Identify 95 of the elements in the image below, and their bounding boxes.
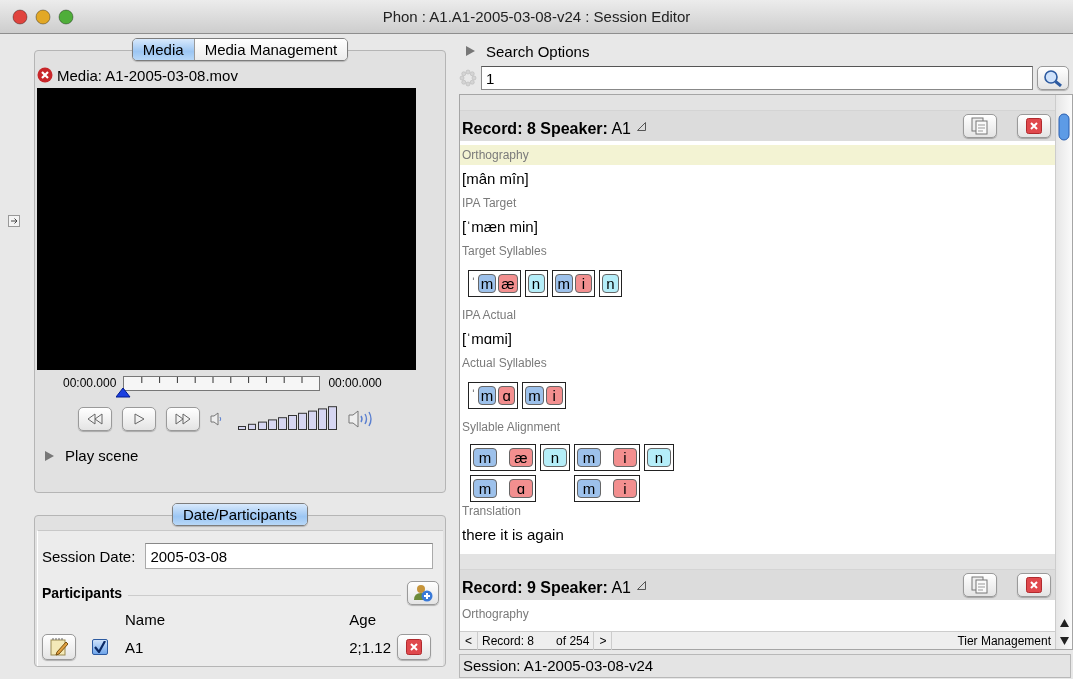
timeline-thumb[interactable] (116, 387, 131, 397)
corner-triangle-icon[interactable] (637, 580, 646, 590)
search-button[interactable] (1037, 66, 1069, 90)
fast-forward-icon (174, 412, 192, 425)
search-field[interactable]: 1 (481, 66, 1033, 90)
delete-record-button[interactable] (1017, 114, 1051, 138)
phone-tag: i (575, 273, 592, 293)
tier-label: Orthography (461, 606, 530, 623)
volume-control[interactable] (238, 406, 338, 431)
time-label: 00:00.000 (328, 376, 382, 390)
phone-tag: m (473, 448, 497, 467)
stress-mark: ˈ (471, 387, 476, 403)
next-record-button[interactable]: > (594, 631, 613, 650)
phone-tag: m (577, 479, 601, 498)
delete-icon (406, 639, 422, 655)
tier-value[interactable]: [mân mîn] (460, 165, 1055, 193)
search-icon (1043, 69, 1063, 87)
delete-record-button[interactable] (1017, 573, 1051, 597)
record-count: of 254 (556, 633, 590, 648)
phone-tag: m (577, 448, 601, 467)
phone-tag: æ (509, 448, 533, 467)
field-label: Session Date: (42, 547, 136, 565)
time-label: 00:00.000 (63, 376, 117, 390)
tier-label: Actual Syllables (461, 355, 548, 372)
add-person-icon (413, 584, 433, 602)
checkbox[interactable] (92, 639, 108, 655)
delete-icon (1026, 118, 1042, 134)
edit-participant-button[interactable] (42, 634, 76, 660)
copy-icon (971, 117, 989, 135)
delete-icon (1026, 577, 1042, 593)
copy-record-button[interactable] (963, 114, 997, 138)
phone-tag: ɑ (498, 385, 516, 405)
tier-label: Orthography (460, 145, 1055, 165)
volume-high-icon[interactable] (348, 408, 374, 429)
add-participant-button[interactable] (407, 581, 439, 605)
phone-tag: n (647, 448, 671, 467)
panel-toggle-icon[interactable] (8, 215, 20, 227)
window-title: Phon : A1.A1-2005-03-08-v24 : Session Editor (381, 8, 692, 25)
delete-participant-button[interactable] (397, 634, 431, 660)
section-heading: Participants (42, 585, 123, 601)
phone-tag: m (477, 273, 497, 293)
corner-triangle-icon[interactable] (637, 121, 646, 131)
copy-record-button[interactable] (963, 573, 997, 597)
scrollbar[interactable] (1055, 95, 1072, 649)
media-file-label: Media: A1-2005-03-08.mov (57, 66, 238, 84)
volume-low-icon[interactable] (210, 411, 222, 426)
participant-name: A1 (125, 638, 145, 656)
tier-label: Translation (461, 503, 522, 520)
status-bar: Session: A1-2005-03-08-v24 (459, 654, 1071, 678)
phone-tag: æ (498, 273, 518, 293)
tier-value[interactable]: [ˈmɑmi] (460, 325, 1055, 353)
tier-label: IPA Target (461, 195, 518, 212)
play-button[interactable] (122, 406, 156, 431)
notepad-pencil-icon (50, 638, 68, 656)
tier-value[interactable]: [ˈmæn min] (460, 213, 1055, 241)
phone-tag: m (477, 385, 497, 405)
phone-tag: m (525, 385, 544, 405)
scroll-down-icon[interactable] (1059, 637, 1069, 645)
check-icon (94, 641, 106, 653)
phone-tag: m (473, 479, 497, 498)
tier-label: IPA Actual (461, 307, 517, 324)
phone-tag: n (602, 273, 619, 293)
fast-forward-button[interactable] (166, 406, 200, 431)
column-header: Name (125, 611, 166, 628)
record-header-title: Record: 9 Speaker: A1 (462, 579, 631, 597)
tier-management-button[interactable]: Tier Management (951, 632, 1055, 649)
stress-mark: ˈ (471, 275, 476, 291)
tab[interactable]: Media (132, 39, 194, 60)
tab[interactable]: Date/Participants (172, 504, 308, 525)
column-header: Age (349, 611, 377, 628)
scroll-up-icon[interactable] (1059, 619, 1069, 627)
previous-record-button[interactable]: < (460, 631, 478, 650)
tab[interactable]: Media Management (193, 39, 348, 60)
rewind-button[interactable] (78, 406, 112, 431)
phone-tag: m (554, 273, 573, 293)
window-controls-icon[interactable] (12, 8, 74, 25)
phone-tag: i (613, 479, 637, 498)
disclosure-toggle[interactable]: Search Options (466, 42, 590, 60)
participant-age: 2;1.12 (349, 638, 392, 656)
rewind-icon (86, 412, 104, 425)
phone-tag: i (613, 448, 637, 467)
phone-tag: n (543, 448, 567, 467)
disclosure-toggle[interactable]: Play scene (45, 447, 139, 464)
phone-tag: ɑ (509, 479, 533, 498)
phone-tag: i (545, 385, 563, 405)
record-header-title: Record: 8 Speaker: A1 (462, 120, 631, 138)
tier-label: Target Syllables (461, 243, 548, 260)
scroll-thumb[interactable] (1058, 113, 1070, 141)
error-icon[interactable] (37, 67, 53, 83)
phone-tag: n (527, 273, 545, 293)
date-field[interactable]: 2005-03-08 (145, 543, 434, 569)
copy-icon (971, 576, 989, 594)
tier-label: Syllable Alignment (461, 419, 562, 436)
tier-value[interactable]: there it is again (460, 521, 1055, 549)
record-number: Record: 8 (482, 633, 535, 648)
